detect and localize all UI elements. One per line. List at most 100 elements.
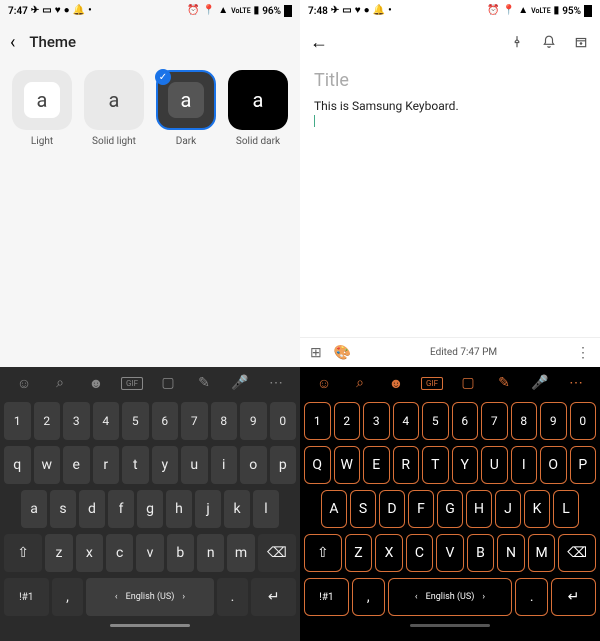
key-8[interactable]: 8 xyxy=(511,402,538,440)
key-7[interactable]: 7 xyxy=(481,402,508,440)
edit-icon[interactable]: ✎ xyxy=(493,375,515,391)
key-k[interactable]: K xyxy=(524,490,550,528)
back-icon[interactable]: ‹ xyxy=(10,32,15,53)
key-2[interactable]: 2 xyxy=(34,402,61,440)
key-9[interactable]: 9 xyxy=(240,402,267,440)
key-b[interactable]: B xyxy=(467,534,495,572)
key-comma[interactable]: , xyxy=(52,578,84,616)
key-g[interactable]: G xyxy=(437,490,463,528)
key-w[interactable]: W xyxy=(334,446,361,484)
key-space[interactable]: ‹English (US)› xyxy=(388,578,513,616)
key-7[interactable]: 7 xyxy=(181,402,208,440)
key-j[interactable]: j xyxy=(195,490,221,528)
key-z[interactable]: z xyxy=(45,534,72,572)
key-s[interactable]: S xyxy=(350,490,376,528)
theme-option-light[interactable]: a Light xyxy=(10,70,74,147)
key-j[interactable]: J xyxy=(495,490,521,528)
key-c[interactable]: C xyxy=(406,534,434,572)
key-backspace[interactable]: ⌫ xyxy=(558,534,596,572)
key-enter[interactable]: ↵ xyxy=(251,578,296,616)
more-vert-icon[interactable]: ⋮ xyxy=(576,345,590,361)
key-w[interactable]: w xyxy=(34,446,61,484)
theme-option-solid-dark[interactable]: a Solid dark xyxy=(226,70,290,147)
search-icon[interactable]: ⌕ xyxy=(349,375,371,391)
key-h[interactable]: h xyxy=(166,490,192,528)
key-symbols[interactable]: !#1 xyxy=(304,578,349,616)
key-8[interactable]: 8 xyxy=(211,402,238,440)
key-0[interactable]: 0 xyxy=(570,402,597,440)
add-box-icon[interactable]: ⊞ xyxy=(310,345,322,361)
key-v[interactable]: V xyxy=(436,534,464,572)
key-f[interactable]: F xyxy=(408,490,434,528)
key-s[interactable]: s xyxy=(50,490,76,528)
theme-option-dark[interactable]: ✓ a Dark xyxy=(154,70,218,147)
key-4[interactable]: 4 xyxy=(393,402,420,440)
key-6[interactable]: 6 xyxy=(152,402,179,440)
key-a[interactable]: A xyxy=(321,490,347,528)
clipboard-icon[interactable]: ▢ xyxy=(157,375,179,391)
key-shift[interactable]: ⇧ xyxy=(4,534,42,572)
key-l[interactable]: l xyxy=(253,490,279,528)
key-u[interactable]: U xyxy=(481,446,508,484)
key-3[interactable]: 3 xyxy=(63,402,90,440)
archive-icon[interactable] xyxy=(572,33,590,51)
note-title-input[interactable]: Title xyxy=(300,62,600,93)
key-t[interactable]: T xyxy=(422,446,449,484)
palette-icon[interactable]: 🎨 xyxy=(334,345,351,361)
edit-icon[interactable]: ✎ xyxy=(193,375,215,391)
key-5[interactable]: 5 xyxy=(122,402,149,440)
key-v[interactable]: v xyxy=(136,534,163,572)
key-x[interactable]: X xyxy=(375,534,403,572)
key-p[interactable]: p xyxy=(270,446,297,484)
key-dot[interactable]: . xyxy=(515,578,548,616)
key-backspace[interactable]: ⌫ xyxy=(258,534,296,572)
key-e[interactable]: e xyxy=(63,446,90,484)
sticker-icon[interactable]: ☻ xyxy=(85,375,107,392)
key-o[interactable]: O xyxy=(540,446,567,484)
key-enter[interactable]: ↵ xyxy=(551,578,596,616)
key-d[interactable]: d xyxy=(79,490,105,528)
nav-bar[interactable] xyxy=(0,619,300,631)
key-r[interactable]: r xyxy=(93,446,120,484)
key-o[interactable]: o xyxy=(240,446,267,484)
key-4[interactable]: 4 xyxy=(93,402,120,440)
key-z[interactable]: Z xyxy=(345,534,373,572)
key-2[interactable]: 2 xyxy=(334,402,361,440)
key-1[interactable]: 1 xyxy=(304,402,331,440)
key-u[interactable]: u xyxy=(181,446,208,484)
key-q[interactable]: q xyxy=(4,446,31,484)
key-i[interactable]: I xyxy=(511,446,538,484)
key-l[interactable]: L xyxy=(553,490,579,528)
key-r[interactable]: R xyxy=(393,446,420,484)
key-y[interactable]: y xyxy=(152,446,179,484)
key-comma[interactable]: , xyxy=(352,578,385,616)
search-icon[interactable]: ⌕ xyxy=(49,375,71,391)
theme-option-solid-light[interactable]: a Solid light xyxy=(82,70,146,147)
key-h[interactable]: H xyxy=(466,490,492,528)
key-t[interactable]: t xyxy=(122,446,149,484)
key-g[interactable]: g xyxy=(137,490,163,528)
key-n[interactable]: n xyxy=(197,534,224,572)
key-x[interactable]: x xyxy=(76,534,103,572)
sticker-icon[interactable]: ☻ xyxy=(385,375,407,392)
key-p[interactable]: P xyxy=(570,446,597,484)
key-symbols[interactable]: !#1 xyxy=(4,578,49,616)
key-f[interactable]: f xyxy=(108,490,134,528)
gif-icon[interactable]: GIF xyxy=(121,377,143,390)
key-q[interactable]: Q xyxy=(304,446,331,484)
key-5[interactable]: 5 xyxy=(422,402,449,440)
key-shift[interactable]: ⇧ xyxy=(304,534,342,572)
key-space[interactable]: ‹English (US)› xyxy=(86,578,213,616)
emoji-icon[interactable]: ☺ xyxy=(313,375,335,392)
key-0[interactable]: 0 xyxy=(270,402,297,440)
key-c[interactable]: c xyxy=(106,534,133,572)
back-icon[interactable]: ← xyxy=(310,32,328,53)
key-m[interactable]: M xyxy=(528,534,556,572)
key-y[interactable]: Y xyxy=(452,446,479,484)
mic-icon[interactable]: 🎤 xyxy=(529,375,551,391)
key-i[interactable]: i xyxy=(211,446,238,484)
gif-icon[interactable]: GIF xyxy=(421,377,443,390)
nav-bar[interactable] xyxy=(300,619,600,631)
emoji-icon[interactable]: ☺ xyxy=(13,375,35,392)
key-b[interactable]: b xyxy=(167,534,194,572)
